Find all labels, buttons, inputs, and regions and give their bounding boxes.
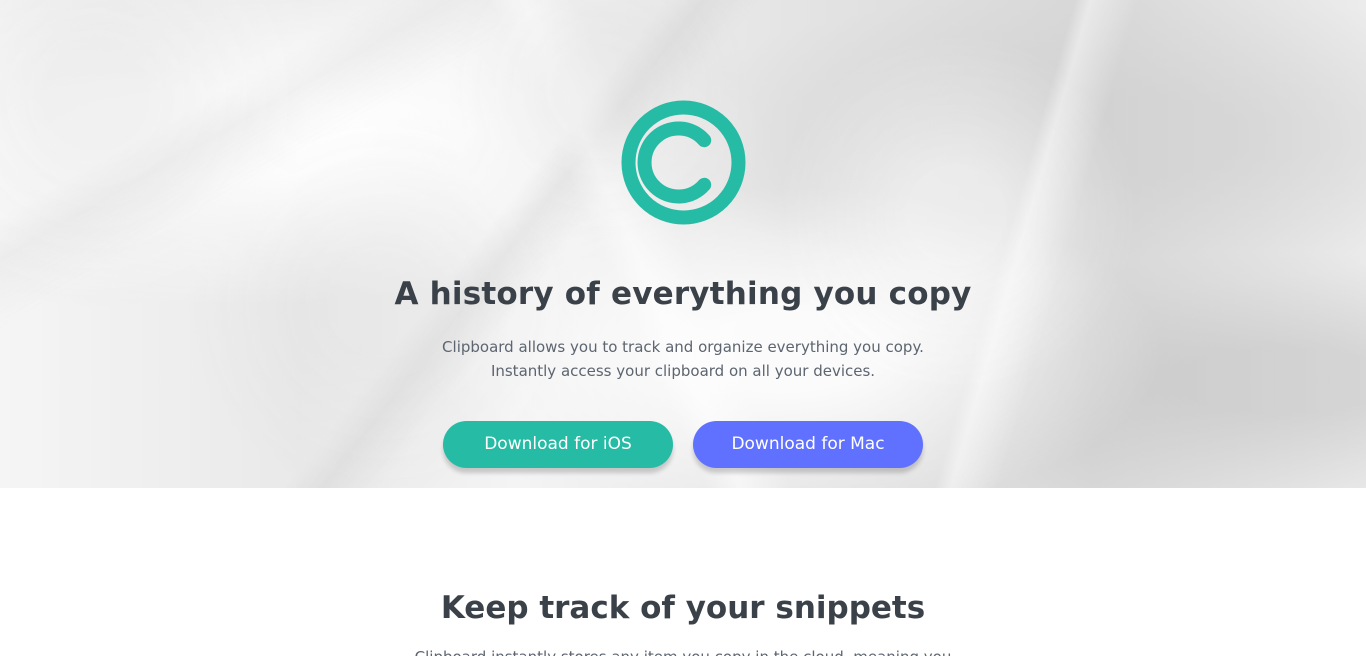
snippets-section-title: Keep track of your snippets xyxy=(440,590,926,626)
hero-description: Clipboard allows you to track and organi… xyxy=(0,335,1366,383)
hero-section: A history of everything you copy Clipboa… xyxy=(0,0,1366,488)
hero-description-line-2: Instantly access your clipboard on all y… xyxy=(490,362,876,380)
snippets-section-description-preview: Clipboard instantly stores any item you … xyxy=(0,645,1366,656)
download-mac-button[interactable]: Download for Mac xyxy=(693,421,923,468)
hero-description-line-1: Clipboard allows you to track and organi… xyxy=(442,338,924,356)
hero-content: A history of everything you copy Clipboa… xyxy=(0,0,1366,488)
download-ios-button[interactable]: Download for iOS xyxy=(443,421,673,468)
hero-title: A history of everything you copy xyxy=(394,276,972,312)
clipboard-landing-page: A history of everything you copy Clipboa… xyxy=(0,0,1366,656)
copyright-icon xyxy=(621,100,746,225)
